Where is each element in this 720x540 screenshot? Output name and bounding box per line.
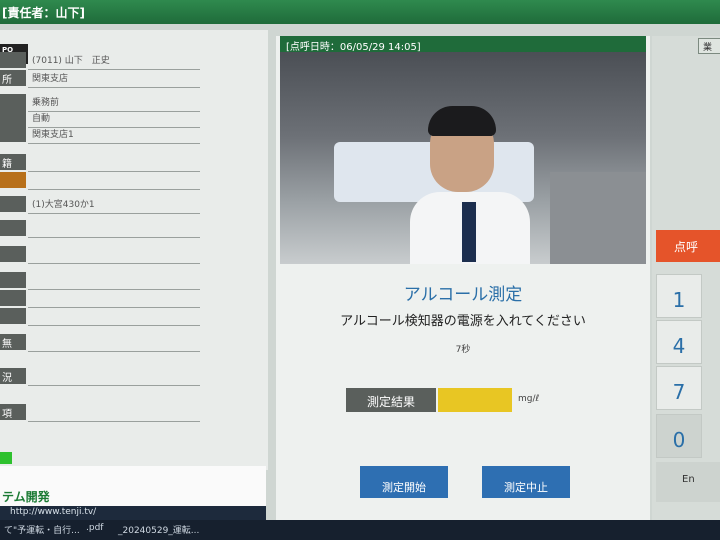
window-title: [責任者：山下]	[2, 6, 85, 20]
info-row-label[interactable]	[0, 308, 26, 324]
result-value-box	[438, 388, 512, 412]
roll-call-button[interactable]: 点呼	[656, 230, 720, 262]
row-divider	[28, 189, 200, 190]
row-divider	[28, 351, 200, 352]
taskbar-item[interactable]: _20240529_運転...	[118, 523, 199, 536]
stop-measurement-button[interactable]: 測定中止	[482, 466, 570, 498]
info-row-label[interactable]: 項	[0, 404, 26, 420]
info-row	[0, 220, 260, 238]
keypad-key-7[interactable]: 7	[656, 366, 702, 410]
row-divider	[28, 213, 200, 214]
info-row-value: (7011) 山下 正史	[32, 56, 110, 66]
side-menu-button[interactable]: 業	[698, 38, 720, 54]
alcohol-test-title: アルコール測定	[403, 285, 523, 305]
row-divider	[28, 385, 200, 386]
info-row-label[interactable]	[0, 110, 26, 126]
alcohol-test-section: アルコール測定 アルコール検知器の電源を入れてください 7秒 測定結果 mg/ℓ…	[276, 272, 650, 526]
banner-text: テム開発	[2, 490, 50, 504]
info-row: 況	[0, 368, 260, 386]
info-row	[0, 246, 260, 264]
row-divider	[28, 263, 200, 264]
info-row: 関東支店1	[0, 126, 260, 144]
driver-info-panel: PO (7011) 山下 正史所関東支店 乗務前 自動 関東支店1 籍 (1)大宮430か…	[0, 30, 268, 470]
result-unit: mg/ℓ	[518, 394, 540, 404]
keypad-key-1[interactable]: 1	[656, 274, 702, 318]
info-row-label[interactable]	[0, 172, 26, 188]
info-row-value: 関東支店	[32, 74, 69, 84]
info-row	[0, 272, 260, 290]
info-row-label[interactable]: 所	[0, 70, 26, 86]
camera-header: [点呼日時：06/05/29 14:05]	[280, 36, 646, 53]
info-row-label[interactable]: 無	[0, 334, 26, 350]
info-row: (7011) 山下 正史	[0, 52, 260, 70]
info-row-value: 自動	[32, 114, 51, 124]
row-divider	[28, 325, 200, 326]
url-strip: http://www.tenji.tv/	[0, 506, 266, 520]
keypad-key-4[interactable]: 4	[656, 320, 702, 364]
company-banner: テム開発	[0, 466, 266, 506]
status-indicator	[0, 452, 12, 464]
row-divider	[28, 143, 200, 144]
info-row-label[interactable]	[0, 290, 26, 306]
info-row-label[interactable]	[0, 196, 26, 212]
info-row-label[interactable]	[0, 126, 26, 142]
start-measurement-button[interactable]: 測定開始	[360, 466, 448, 498]
info-row: (1)大宮430か1	[0, 196, 260, 214]
taskbar: て"予運転・自行... .pdf _20240529_運転...	[0, 520, 720, 540]
info-row-value: 乗務前	[32, 98, 60, 108]
taskbar-item[interactable]: .pdf	[86, 523, 103, 533]
info-row: 所関東支店	[0, 70, 260, 88]
inspection-panel: [点呼日時：06/05/29 14:05] アルコール測定 アルコール検知器の電…	[276, 36, 650, 526]
info-row-label[interactable]: 況	[0, 368, 26, 384]
driver-hair	[428, 106, 496, 136]
keypad-key-0[interactable]: 0	[656, 414, 702, 458]
info-row-label[interactable]	[0, 94, 26, 110]
info-row-value: 関東支店1	[32, 130, 74, 140]
row-divider	[28, 421, 200, 422]
taskbar-item[interactable]: て"予運転・自行...	[4, 523, 80, 536]
info-row-label[interactable]: 籍	[0, 154, 26, 170]
info-row-label[interactable]	[0, 272, 26, 288]
info-row	[0, 172, 260, 190]
enter-key[interactable]: En	[656, 462, 720, 502]
window-title-bar: [責任者：山下]	[0, 0, 720, 24]
info-row-label[interactable]	[0, 246, 26, 262]
info-row: 項	[0, 404, 260, 422]
countdown-seconds: 7秒	[455, 345, 471, 355]
info-row-label[interactable]	[0, 220, 26, 236]
row-divider	[28, 237, 200, 238]
info-row-value: (1)大宮430か1	[32, 200, 95, 210]
background-equipment	[550, 172, 646, 264]
result-label: 測定結果	[346, 388, 436, 412]
info-row: 籍	[0, 154, 260, 172]
row-divider	[28, 87, 200, 88]
info-row-label[interactable]	[0, 52, 26, 68]
info-row: 無	[0, 334, 260, 352]
camera-feed	[280, 52, 646, 264]
info-row	[0, 290, 260, 308]
instruction-message: アルコール検知器の電源を入れてください	[340, 314, 586, 329]
driver-tie	[462, 202, 476, 262]
url-text: http://www.tenji.tv/	[10, 507, 97, 517]
keypad-panel: 業 点呼 1 4 7 0 En	[652, 36, 720, 526]
info-row	[0, 308, 260, 326]
